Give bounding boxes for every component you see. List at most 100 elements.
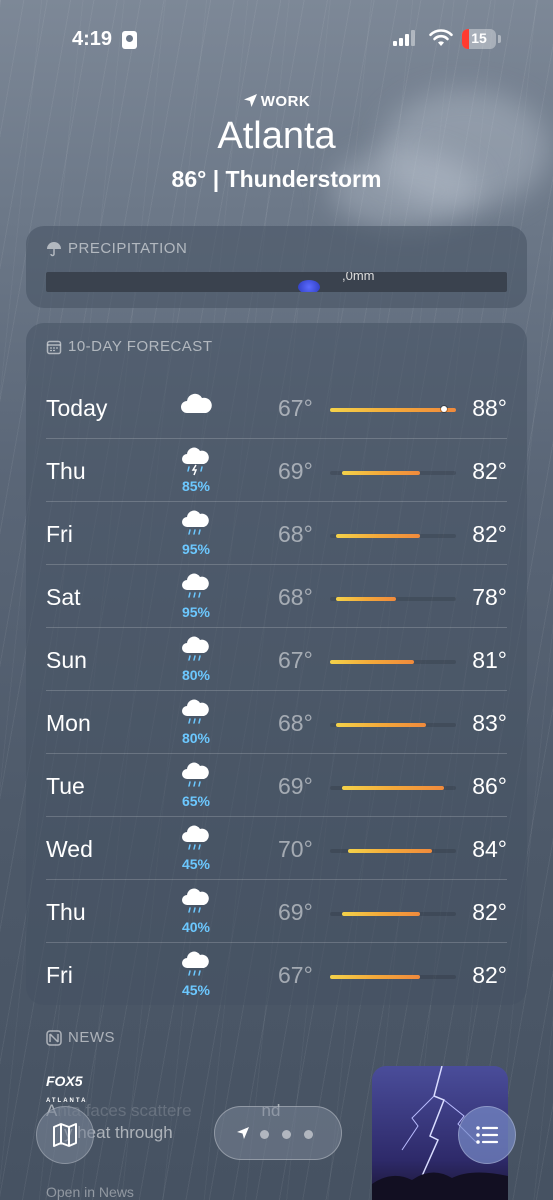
precip-chance: 80%	[181, 667, 211, 683]
row-divider	[46, 438, 507, 439]
forecast-row[interactable]: Fri 95% 68° 82°	[26, 501, 527, 564]
temp-range-track	[330, 849, 456, 853]
rain-icon: 80%	[176, 635, 216, 685]
temp-range-bar	[336, 534, 420, 538]
row-divider	[46, 564, 507, 565]
precip-chance: 65%	[181, 793, 211, 809]
location-arrow-icon	[237, 1127, 249, 1139]
temp-range-track	[330, 723, 456, 727]
forecast-row[interactable]: Tue 65% 69° 86°	[26, 753, 527, 816]
precip-chance: 40%	[181, 919, 211, 935]
row-divider	[46, 816, 507, 817]
rain-icon: 80%	[176, 698, 216, 748]
forecast-day: Thu	[46, 899, 86, 925]
forecast-row[interactable]: Sun 80% 67° 81°	[26, 627, 527, 690]
precip-chance: 95%	[181, 604, 211, 620]
cloud-icon	[176, 391, 216, 441]
temp-range-bar	[342, 471, 420, 475]
precipitation-header: PRECIPITATION	[46, 240, 187, 257]
thunderstorm-rain-icon: 85%	[176, 446, 216, 496]
high-temp: 82°	[472, 458, 507, 484]
forecast-row[interactable]: Thu 85% 69° 82°	[26, 438, 527, 501]
rain-icon: 95%	[176, 509, 216, 559]
map-button[interactable]	[36, 1106, 94, 1164]
forecast-day: Today	[46, 395, 108, 421]
precipitation-title: PRECIPITATION	[68, 240, 188, 257]
high-temp: 82°	[472, 521, 507, 547]
rain-icon: 45%	[176, 950, 216, 1000]
location-arrow-icon	[243, 94, 257, 107]
low-temp: 68°	[278, 710, 313, 736]
forecast-header: 10-DAY FORECAST	[46, 338, 212, 355]
rain-icon: 65%	[176, 761, 216, 811]
forecast-row[interactable]: Today 67° 88°	[26, 375, 527, 438]
page-dot	[282, 1130, 291, 1139]
high-temp: 86°	[472, 773, 507, 799]
forecast-row[interactable]: Sat 95% 68° 78°	[26, 564, 527, 627]
row-divider	[46, 501, 507, 502]
battery-tip	[498, 35, 501, 43]
contact-card-icon	[122, 31, 137, 49]
row-divider	[46, 753, 507, 754]
temp-range-bar	[330, 975, 420, 979]
forecast-day: Wed	[46, 836, 93, 862]
forecast-day: Thu	[46, 458, 86, 484]
temp-range-bar	[342, 786, 444, 790]
list-icon	[476, 1126, 499, 1144]
forecast-row[interactable]: Thu 40% 69° 82°	[26, 879, 527, 942]
page-dot	[304, 1130, 313, 1139]
radar-blob	[298, 280, 320, 292]
battery-level: 15	[471, 30, 487, 46]
precipitation-map[interactable]: ,0mm	[46, 272, 507, 292]
temp-range-bar	[342, 912, 420, 916]
forecast-row[interactable]: Fri 45% 67° 82°	[26, 942, 527, 1005]
precip-chance: 85%	[181, 478, 211, 494]
precip-chance: 45%	[181, 856, 211, 872]
news-header: NEWS	[46, 1029, 115, 1046]
temp-range-track	[330, 660, 456, 664]
map-label: ,0mm	[342, 272, 375, 283]
forecast-row[interactable]: Mon 80% 68° 83°	[26, 690, 527, 753]
open-in-news-link[interactable]: Open in News	[46, 1184, 134, 1200]
precipitation-card[interactable]: PRECIPITATION ,0mm	[26, 226, 527, 308]
forecast-day: Mon	[46, 710, 91, 736]
temp-range-track	[330, 975, 456, 979]
status-time: 4:19	[72, 28, 113, 50]
forecast-title: 10-DAY FORECAST	[68, 338, 213, 355]
precip-chance: 95%	[181, 541, 211, 557]
temp-range-bar	[330, 660, 414, 664]
temp-range-bar	[336, 597, 396, 601]
news-title: NEWS	[68, 1029, 115, 1046]
cellular-signal-icon	[393, 30, 417, 46]
high-temp: 78°	[472, 584, 507, 610]
temp-range-bar	[330, 408, 456, 412]
forecast-day: Tue	[46, 773, 85, 799]
low-temp: 69°	[278, 899, 313, 925]
low-temp: 67°	[278, 395, 313, 421]
wifi-icon	[429, 29, 453, 46]
low-temp: 67°	[278, 647, 313, 673]
low-temp: 69°	[278, 773, 313, 799]
rain-icon: 45%	[176, 824, 216, 874]
low-temp: 67°	[278, 962, 313, 988]
map-icon	[53, 1123, 77, 1147]
temp-range-track	[330, 786, 456, 790]
precip-chance: 45%	[181, 982, 211, 998]
temp-range-track	[330, 406, 456, 412]
current-conditions: 86° | Thunderstorm	[171, 166, 382, 192]
locations-list-button[interactable]	[458, 1106, 516, 1164]
battery-icon: 15	[462, 29, 496, 49]
page-indicator[interactable]	[214, 1106, 342, 1160]
temp-range-track	[330, 597, 456, 601]
temp-range-track	[330, 912, 456, 916]
high-temp: 83°	[472, 710, 507, 736]
status-bar: 4:19 15	[0, 0, 553, 80]
high-temp: 81°	[472, 647, 507, 673]
low-temp: 69°	[278, 458, 313, 484]
high-temp: 82°	[472, 962, 507, 988]
temp-range-bar	[336, 723, 426, 727]
ten-day-forecast-card[interactable]: 10-DAY FORECAST Today 67° 88° Thu 85% 69° 82° F…	[26, 323, 527, 1005]
temp-range-track	[330, 534, 456, 538]
forecast-row[interactable]: Wed 45% 70° 84°	[26, 816, 527, 879]
low-temp: 70°	[278, 836, 313, 862]
